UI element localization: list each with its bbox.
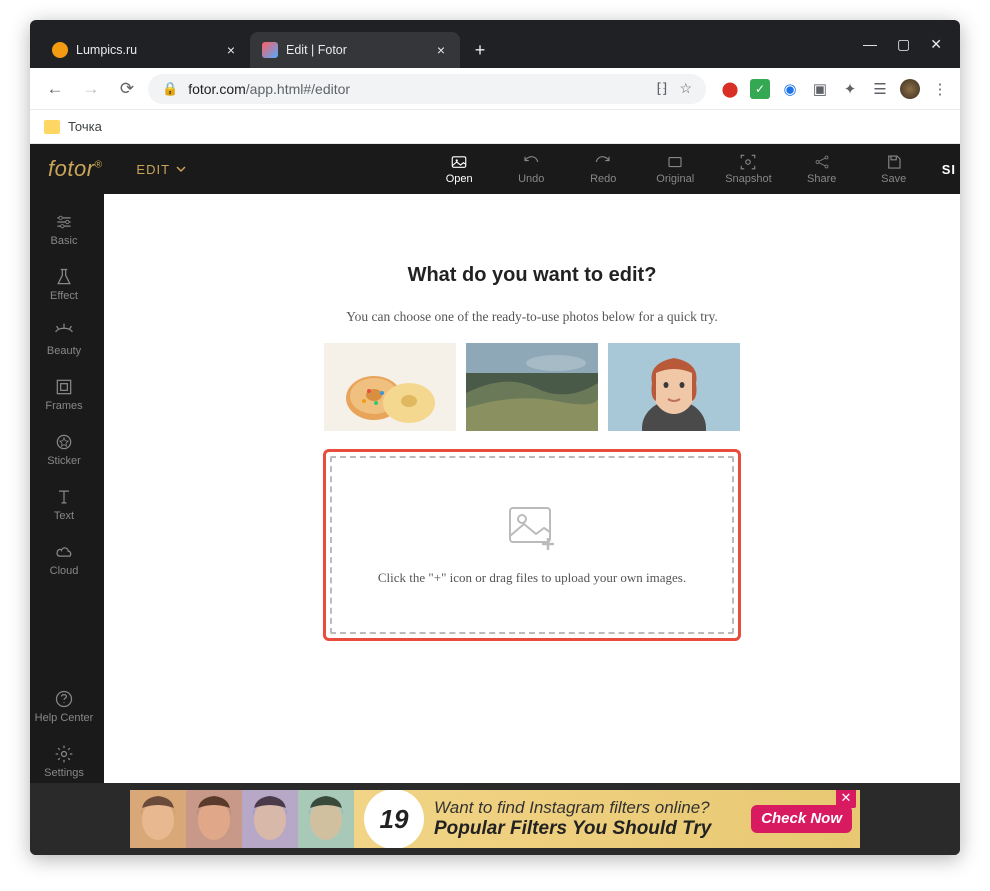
- sample-photo-donuts[interactable]: [324, 343, 456, 431]
- fotor-logo: fotor®: [48, 156, 102, 182]
- sidebar-item-cloud[interactable]: Cloud: [50, 538, 79, 581]
- close-icon[interactable]: ×: [434, 43, 448, 57]
- redo-icon: [594, 153, 612, 171]
- sidebar-item-sticker[interactable]: Sticker: [47, 428, 81, 471]
- sidebar-item-effect[interactable]: Effect: [50, 263, 78, 306]
- undo-button[interactable]: Undo: [509, 153, 553, 185]
- favicon-icon: [52, 42, 68, 58]
- sidebar-item-beauty[interactable]: Beauty: [47, 318, 81, 361]
- text-icon: [54, 487, 74, 507]
- favicon-icon: [262, 42, 278, 58]
- left-rail: Basic Effect Beauty Frames Sticker: [30, 194, 98, 783]
- tab-inactive[interactable]: Lumpics.ru ×: [40, 32, 250, 68]
- close-window-icon[interactable]: ✕: [930, 36, 942, 53]
- open-button[interactable]: Open: [437, 153, 481, 185]
- app-toolbar: Open Undo Redo Original Snapshot: [437, 153, 927, 185]
- reload-button[interactable]: ⟳: [112, 74, 142, 104]
- omnibox[interactable]: 🔒 fotor.com/app.html#/editor ⁅⁆ ☆: [148, 74, 706, 104]
- mode-dropdown[interactable]: EDIT: [136, 162, 186, 177]
- sample-photo-landscape[interactable]: [466, 343, 598, 431]
- bookmark-bar: Точка: [30, 110, 960, 144]
- back-button[interactable]: ←: [40, 74, 70, 104]
- app-body: Basic Effect Beauty Frames Sticker: [30, 194, 960, 783]
- window-controls: — ▢ ✕: [845, 36, 960, 53]
- flask-icon: [54, 267, 74, 287]
- sidebar-item-basic[interactable]: Basic: [51, 208, 78, 251]
- sample-thumbnails: [324, 343, 740, 431]
- url-path: /app.html#/editor: [246, 81, 350, 97]
- app-header: fotor® EDIT Open Undo Redo: [30, 144, 960, 194]
- sidebar-item-settings[interactable]: Settings: [44, 740, 84, 783]
- avatar-icon[interactable]: [900, 79, 920, 99]
- help-icon: [54, 689, 74, 709]
- tab-label: Edit | Fotor: [286, 43, 347, 57]
- undo-icon: [522, 153, 540, 171]
- tab-strip: Lumpics.ru × Edit | Fotor × +: [30, 20, 845, 68]
- minimize-icon[interactable]: —: [863, 36, 877, 53]
- url-host: fotor.com: [188, 81, 246, 97]
- cloud-icon: [54, 542, 74, 562]
- extension-icon[interactable]: ✓: [750, 79, 770, 99]
- redo-button[interactable]: Redo: [581, 153, 625, 185]
- banner-close-button[interactable]: ✕: [836, 790, 856, 808]
- menu-icon[interactable]: ⋮: [930, 79, 950, 99]
- sidebar-item-help[interactable]: Help Center: [35, 685, 94, 728]
- ad-banner-wrap: 19 Want to find Instagram filters online…: [30, 783, 960, 855]
- folder-icon: [44, 120, 60, 134]
- extensions-icon[interactable]: ✦: [840, 79, 860, 99]
- extension-icon[interactable]: ▣: [810, 79, 830, 99]
- welcome-subtitle: You can choose one of the ready-to-use p…: [346, 309, 718, 325]
- upload-highlight: Click the "+" icon or drag files to uplo…: [323, 449, 741, 641]
- camera-icon: [739, 153, 757, 171]
- title-bar: Lumpics.ru × Edit | Fotor × + — ▢ ✕: [30, 20, 960, 68]
- mode-label: EDIT: [136, 162, 170, 177]
- new-tab-button[interactable]: +: [466, 36, 494, 64]
- image-icon: [450, 153, 468, 171]
- tab-active[interactable]: Edit | Fotor ×: [250, 32, 460, 68]
- upload-dropzone[interactable]: Click the "+" icon or drag files to uplo…: [330, 456, 734, 634]
- address-bar: ← → ⟳ 🔒 fotor.com/app.html#/editor ⁅⁆ ☆ …: [30, 68, 960, 110]
- welcome-title: What do you want to edit?: [408, 264, 657, 287]
- sidebar-item-frames[interactable]: Frames: [45, 373, 82, 416]
- original-button[interactable]: Original: [653, 153, 697, 185]
- banner-text: Want to find Instagram filters online? P…: [434, 798, 711, 839]
- forward-button[interactable]: →: [76, 74, 106, 104]
- banner-cta-button[interactable]: Check Now: [751, 805, 852, 833]
- maximize-icon[interactable]: ▢: [897, 36, 910, 53]
- snapshot-button[interactable]: Snapshot: [725, 153, 771, 185]
- eye-icon: [54, 322, 74, 342]
- image-plus-icon: [504, 504, 560, 552]
- banner-thumbnails: [130, 790, 354, 848]
- extension-icon[interactable]: ⬤: [720, 79, 740, 99]
- sidebar-item-text[interactable]: Text: [54, 483, 74, 526]
- save-icon: [885, 153, 903, 171]
- ad-banner[interactable]: 19 Want to find Instagram filters online…: [130, 790, 860, 848]
- image-icon: [666, 153, 684, 171]
- chevron-down-icon: [176, 164, 186, 174]
- gear-icon: [54, 744, 74, 764]
- lock-icon: 🔒: [162, 81, 178, 97]
- close-icon[interactable]: ×: [224, 43, 238, 57]
- canvas-area: What do you want to edit? You can choose…: [104, 194, 960, 783]
- tab-label: Lumpics.ru: [76, 43, 137, 57]
- fotor-app: fotor® EDIT Open Undo Redo: [30, 144, 960, 855]
- reading-list-icon[interactable]: ☰: [870, 79, 890, 99]
- browser-window: Lumpics.ru × Edit | Fotor × + — ▢ ✕ ← → …: [30, 20, 960, 855]
- star-icon: [54, 432, 74, 452]
- sign-in-button[interactable]: SI: [942, 162, 960, 177]
- bookmark-label[interactable]: Точка: [68, 119, 102, 134]
- save-button[interactable]: Save: [872, 153, 916, 185]
- banner-number: 19: [364, 790, 424, 848]
- sample-photo-portrait[interactable]: [608, 343, 740, 431]
- upload-message: Click the "+" icon or drag files to uplo…: [378, 570, 686, 586]
- extensions-row: ⬤ ✓ ◉ ▣ ✦ ☰ ⋮: [712, 79, 950, 99]
- translate-icon[interactable]: ⁅⁆: [657, 80, 668, 97]
- star-icon[interactable]: ☆: [679, 80, 692, 97]
- frame-icon: [54, 377, 74, 397]
- share-icon: [813, 153, 831, 171]
- sliders-icon: [54, 212, 74, 232]
- omnibox-icons: ⁅⁆ ☆: [657, 80, 693, 97]
- share-button[interactable]: Share: [800, 153, 844, 185]
- extension-icon[interactable]: ◉: [780, 79, 800, 99]
